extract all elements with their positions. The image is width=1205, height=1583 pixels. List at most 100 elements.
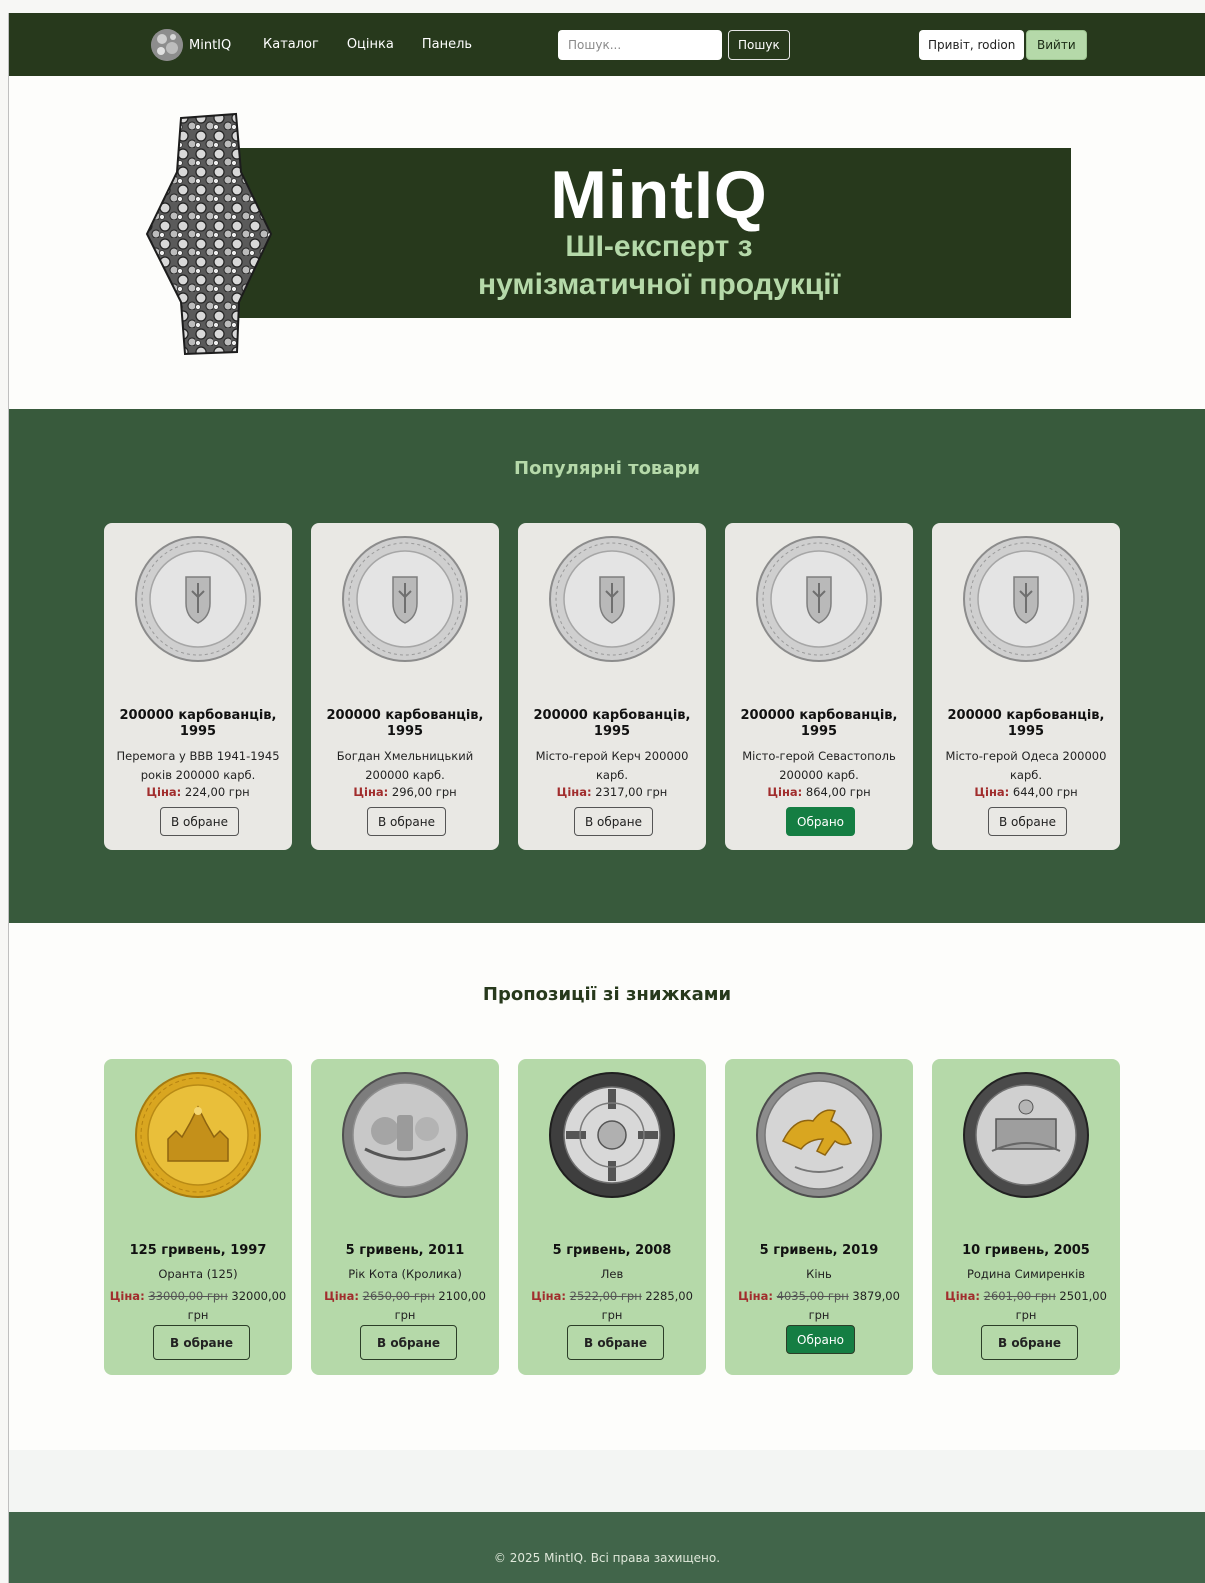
discounts-section: Пропозиції зі знижками 125 гривень, 1997… bbox=[9, 923, 1205, 1450]
product-title: 125 гривень, 1997 bbox=[129, 1243, 267, 1258]
product-card[interactable]: 200000 карбованців, 1995 Богдан Хмельниц… bbox=[311, 523, 499, 850]
popular-section-title: Популярні товари bbox=[514, 458, 700, 479]
nav-link-catalog[interactable]: Каталог bbox=[263, 37, 319, 52]
price-value: 224,00 грн bbox=[184, 785, 250, 799]
product-price: Ціна: 33000,00 грн 32000,00 грн bbox=[108, 1287, 288, 1325]
price-label: Ціна: bbox=[324, 1289, 359, 1303]
brand[interactable]: MintIQ bbox=[151, 29, 231, 61]
product-price: Ціна: 296,00 грн bbox=[315, 785, 495, 799]
search-button[interactable]: Пошук bbox=[728, 30, 790, 60]
product-title: 200000 карбованців, 1995 bbox=[947, 708, 1105, 739]
search-form: Пошук bbox=[558, 30, 790, 60]
product-description: Місто-герой Одеса 200000 карб. bbox=[945, 749, 1107, 782]
old-price: 4035,00 грн bbox=[776, 1289, 849, 1303]
add-to-favorites-button[interactable]: В обране bbox=[360, 1325, 458, 1360]
silver-coin-icon bbox=[342, 536, 468, 662]
product-description: Місто-герой Севастополь 200000 карб. bbox=[742, 749, 896, 782]
horse-coin-icon bbox=[756, 1072, 882, 1198]
product-price: Ціна: 224,00 грн bbox=[108, 785, 288, 799]
silver-coin-icon bbox=[342, 1072, 468, 1198]
hero-section: MintIQ ШІ-експерт з нумізматичної продук… bbox=[9, 76, 1205, 409]
product-description: Родина Симиренків bbox=[966, 1267, 1086, 1281]
hero-subtitle-line1: ШІ-експерт з bbox=[565, 230, 753, 263]
price-label: Ціна: bbox=[353, 785, 389, 799]
product-price: Ціна: 864,00 грн bbox=[729, 785, 909, 799]
product-price: Ціна: 2317,00 грн bbox=[522, 785, 702, 799]
silver-coin-icon bbox=[963, 536, 1089, 662]
product-title: 200000 карбованців, 1995 bbox=[119, 708, 277, 739]
hero-title: MintIQ bbox=[550, 157, 768, 233]
product-price: Ціна: 2601,00 грн 2501,00 грн bbox=[936, 1287, 1116, 1325]
add-to-favorites-button[interactable]: В обране bbox=[367, 807, 446, 836]
price-value: 644,00 грн bbox=[1012, 785, 1078, 799]
price-label: Ціна: bbox=[974, 785, 1010, 799]
product-title: 5 гривень, 2019 bbox=[759, 1243, 879, 1258]
brand-name: MintIQ bbox=[189, 37, 232, 53]
price-label: Ціна: bbox=[738, 1289, 773, 1303]
product-description: Рік Кота (Кролика) bbox=[348, 1267, 462, 1281]
search-input[interactable] bbox=[558, 30, 722, 60]
popular-cards: 200000 карбованців, 1995 Перемога у ВВВ … bbox=[104, 523, 1120, 850]
discounts-section-title: Пропозиції зі знижками bbox=[482, 984, 732, 1005]
discount-product-card[interactable]: 5 гривень, 2019 Кінь Ціна: 4035,00 грн 3… bbox=[725, 1059, 913, 1375]
popular-section: Популярні товари 200000 карбованців, 199… bbox=[9, 409, 1205, 923]
discount-product-card[interactable]: 5 гривень, 2008 Лев Ціна: 2522,00 грн 22… bbox=[518, 1059, 706, 1375]
product-title: 200000 карбованців, 1995 bbox=[326, 708, 484, 739]
old-price: 2522,00 грн bbox=[569, 1289, 642, 1303]
old-price: 33000,00 грн bbox=[148, 1289, 228, 1303]
discount-cards: 125 гривень, 1997 Оранта (125) Ціна: 330… bbox=[104, 1059, 1120, 1375]
price-label: Ціна: bbox=[109, 1289, 145, 1303]
discount-product-card[interactable]: 5 гривень, 2011 Рік Кота (Кролика) Ціна:… bbox=[311, 1059, 499, 1375]
old-price: 2650,00 грн bbox=[362, 1289, 435, 1303]
hero-banner: MintIQ ШІ-експерт з нумізматичної продук… bbox=[229, 148, 1071, 318]
add-to-favorites-button[interactable]: В обране bbox=[981, 1325, 1079, 1360]
product-description: Перемога у ВВВ 1941-1945 років 200000 ка… bbox=[116, 749, 280, 782]
product-price: Ціна: 2522,00 грн 2285,00 грн bbox=[522, 1287, 702, 1325]
user-greeting-button[interactable]: Привіт, rodion bbox=[919, 30, 1025, 60]
silver-coin-icon bbox=[756, 536, 882, 662]
product-title: 5 гривень, 2011 bbox=[345, 1243, 465, 1258]
product-description: Кінь bbox=[806, 1267, 832, 1281]
gold-coin-icon bbox=[135, 1072, 261, 1198]
spacer-band bbox=[9, 1450, 1205, 1512]
product-card[interactable]: 200000 карбованців, 1995 Перемога у ВВВ … bbox=[104, 523, 292, 850]
nav-link-evaluation[interactable]: Оцінка bbox=[347, 37, 394, 52]
footer-copyright: © 2025 MintIQ. Всі права захищено. bbox=[493, 1551, 721, 1565]
silver-coin-icon bbox=[135, 536, 261, 662]
navbar: MintIQ Каталог Оцінка Панель Пошук Приві… bbox=[9, 13, 1205, 76]
nav-links: Каталог Оцінка Панель bbox=[263, 37, 500, 52]
discount-product-card[interactable]: 125 гривень, 1997 Оранта (125) Ціна: 330… bbox=[104, 1059, 292, 1375]
silver-coin-icon bbox=[963, 1072, 1089, 1198]
price-value: 864,00 грн bbox=[805, 785, 871, 799]
discount-product-card[interactable]: 10 гривень, 2005 Родина Симиренків Ціна:… bbox=[932, 1059, 1120, 1375]
favorited-button[interactable]: Обрано bbox=[786, 1325, 856, 1354]
add-to-favorites-button[interactable]: В обране bbox=[574, 807, 653, 836]
add-to-favorites-button[interactable]: В обране bbox=[153, 1325, 251, 1360]
product-card[interactable]: 200000 карбованців, 1995 Місто-герой Оде… bbox=[932, 523, 1120, 850]
product-description: Лев bbox=[600, 1267, 624, 1281]
logout-button[interactable]: Вийти bbox=[1026, 30, 1087, 60]
product-price: Ціна: 644,00 грн bbox=[936, 785, 1116, 799]
brand-logo-icon bbox=[151, 29, 183, 61]
price-label: Ціна: bbox=[531, 1289, 566, 1303]
product-description: Богдан Хмельницький 200000 карб. bbox=[336, 749, 474, 782]
silver-coin-icon bbox=[549, 536, 675, 662]
add-to-favorites-button[interactable]: В обране bbox=[160, 807, 239, 836]
product-title: 200000 карбованців, 1995 bbox=[533, 708, 691, 739]
hero-subtitle: ШІ-експерт з нумізматичної продукції bbox=[409, 228, 909, 304]
price-label: Ціна: bbox=[556, 785, 592, 799]
price-value: 2317,00 грн bbox=[595, 785, 668, 799]
product-title: 10 гривень, 2005 bbox=[962, 1243, 1090, 1258]
favorited-button[interactable]: Обрано bbox=[786, 807, 856, 836]
add-to-favorites-button[interactable]: В обране bbox=[567, 1325, 665, 1360]
product-card[interactable]: 200000 карбованців, 1995 Місто-герой Сев… bbox=[725, 523, 913, 850]
product-title: 200000 карбованців, 1995 bbox=[740, 708, 898, 739]
add-to-favorites-button[interactable]: В обране bbox=[988, 807, 1067, 836]
product-card[interactable]: 200000 карбованців, 1995 Місто-герой Кер… bbox=[518, 523, 706, 850]
nav-link-panel[interactable]: Панель bbox=[422, 37, 472, 52]
product-price: Ціна: 4035,00 грн 3879,00 грн bbox=[729, 1287, 909, 1325]
product-description: Місто-герой Керч 200000 карб. bbox=[535, 749, 689, 782]
footer: © 2025 MintIQ. Всі права захищено. bbox=[9, 1512, 1205, 1583]
product-price: Ціна: 2650,00 грн 2100,00 грн bbox=[315, 1287, 495, 1325]
old-price: 2601,00 грн bbox=[983, 1289, 1056, 1303]
